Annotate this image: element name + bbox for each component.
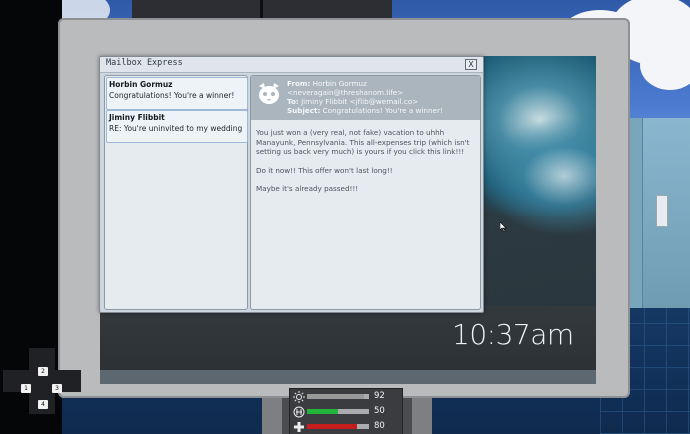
header-from: From: Horbin Gormuz <box>287 79 367 88</box>
window-title: Mailbox Express <box>106 58 183 68</box>
header-from-email: <neveragain@threshanom.life> <box>287 88 404 97</box>
message-sender: Jiminy Flibbit <box>109 113 165 122</box>
wallpaper-wave <box>480 116 596 236</box>
dpad-down-key[interactable]: 4 <box>38 400 48 409</box>
health-icon <box>294 422 304 432</box>
dpad-left-key[interactable]: 1 <box>21 384 31 393</box>
stat-bar <box>307 424 369 429</box>
door-handle[interactable] <box>656 195 668 227</box>
stat-bar-fill <box>307 424 357 429</box>
dpad-right-key[interactable]: 3 <box>52 384 62 393</box>
stat-bar <box>307 394 369 399</box>
stat-value: 80 <box>374 421 385 431</box>
game-scene: 10:37am Mailbox Express X Horbin Gormuz … <box>0 0 690 434</box>
list-item[interactable]: Jiminy Flibbit RE: You're uninvited to m… <box>106 110 248 143</box>
dpad-up-key[interactable]: 2 <box>38 367 48 376</box>
cloud <box>640 40 690 90</box>
stat-bar-fill <box>307 409 338 414</box>
message-body: You just won a (very real, not fake) vac… <box>256 128 476 203</box>
body-paragraph: Do it now!! This offer won't last long!! <box>256 165 393 175</box>
header-to: To: Jiminy Flibbit <jflib@wemail.co> <box>287 97 419 106</box>
message-list: Horbin Gormuz Congratulations! You're a … <box>104 75 248 310</box>
desktop-clock: 10:37am <box>452 318 574 351</box>
mailbox-window: Mailbox Express X Horbin Gormuz Congratu… <box>99 56 484 313</box>
body-paragraph: Maybe it's already passed!!! <box>256 184 359 193</box>
stat-health: 80 <box>290 420 402 434</box>
sender-avatar-icon <box>255 80 283 108</box>
stat-bar-fill <box>307 394 365 399</box>
hotbar-dpad: 2 1 3 4 <box>2 344 82 414</box>
close-button[interactable]: X <box>465 59 477 70</box>
message-subject: Congratulations! You're a winner! <box>109 91 235 100</box>
stat-light: 92 <box>290 390 402 404</box>
stat-bar <box>307 409 369 414</box>
status-hud: 92 50 80 <box>289 388 403 434</box>
stat-value: 92 <box>374 391 385 401</box>
light-icon <box>293 391 305 403</box>
mouse-cursor-icon <box>500 222 507 232</box>
hunger-icon <box>293 406 305 418</box>
screen-bottom-strip <box>100 370 596 384</box>
message-reader: From: Horbin Gormuz <neveragain@threshan… <box>250 75 481 310</box>
message-sender: Horbin Gormuz <box>109 80 173 89</box>
list-item[interactable]: Horbin Gormuz Congratulations! You're a … <box>106 77 248 110</box>
stat-hunger: 50 <box>290 405 402 419</box>
message-subject: RE: You're uninvited to my wedding <box>109 124 243 133</box>
window-titlebar[interactable]: Mailbox Express X <box>100 57 483 73</box>
message-header: From: Horbin Gormuz <neveragain@threshan… <box>251 76 480 120</box>
body-paragraph: You just won a (very real, not fake) vac… <box>256 128 470 156</box>
stat-value: 50 <box>374 406 385 416</box>
header-subject: Subject: Congratulations! You're a winne… <box>287 106 443 115</box>
